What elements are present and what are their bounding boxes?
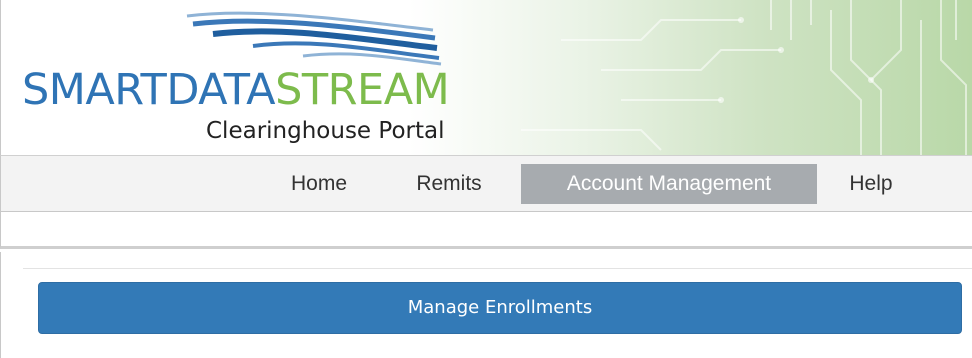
portal-subtitle: Clearinghouse Portal — [206, 118, 445, 144]
main-navigation: Home Remits Account Management Help — [0, 155, 972, 212]
divider — [23, 268, 972, 269]
nav-remits[interactable]: Remits — [389, 164, 509, 204]
logo-waves-icon — [186, 11, 442, 66]
nav-help[interactable]: Help — [829, 164, 913, 204]
nav-home[interactable]: Home — [263, 164, 375, 204]
brand-text-smartdata: SMARTDATA — [22, 65, 276, 115]
secondary-bar — [0, 212, 972, 249]
content-panel: Manage Enrollments — [0, 252, 972, 358]
brand-logo-text: SMARTDATASTREAM — [22, 64, 450, 116]
nav-account-management[interactable]: Account Management — [521, 164, 817, 204]
header-banner: SMARTDATASTREAM Clearinghouse Portal — [0, 0, 972, 155]
page: SMARTDATASTREAM Clearinghouse Portal Hom… — [0, 0, 972, 358]
brand-text-stream: STREAM — [275, 65, 450, 115]
manage-enrollments-button[interactable]: Manage Enrollments — [38, 282, 962, 334]
